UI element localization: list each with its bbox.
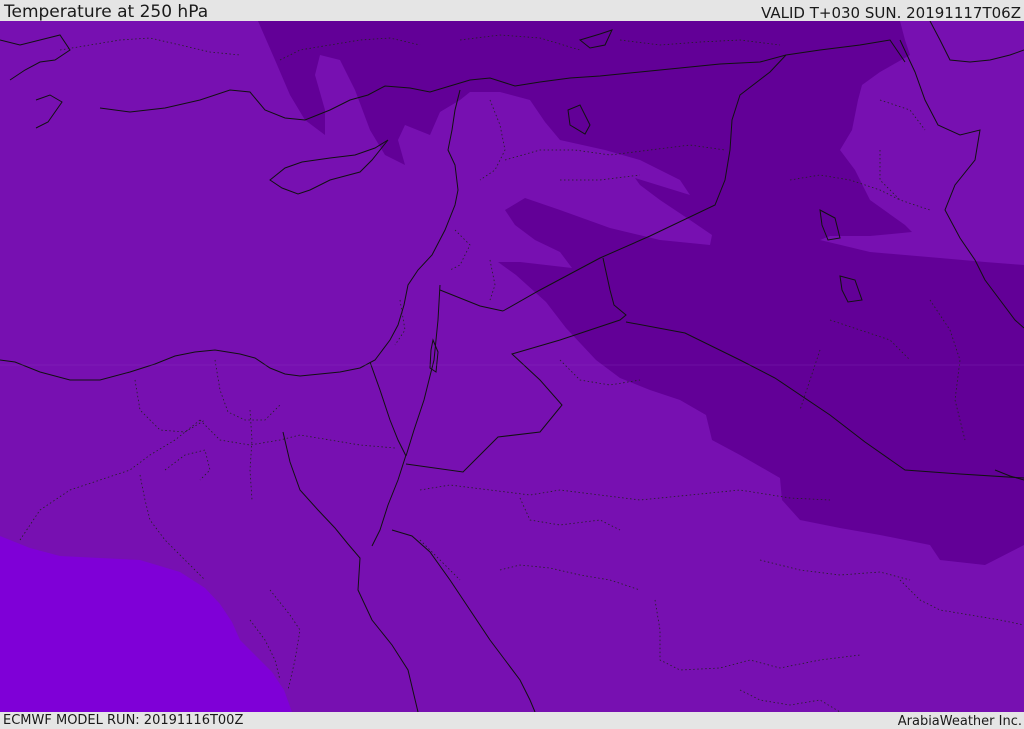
credit-label: ArabiaWeather Inc. — [897, 714, 1022, 729]
map-footer: ECMWF MODEL RUN: 20191116T00Z ArabiaWeat… — [0, 712, 1024, 729]
map-header: Temperature at 250 hPa VALID T+030 SUN. … — [0, 0, 1024, 22]
temperature-map — [0, 21, 1024, 712]
valid-time: VALID T+030 SUN. 20191117T06Z — [761, 4, 1021, 22]
model-run-label: ECMWF MODEL RUN: 20191116T00Z — [3, 713, 244, 728]
map-canvas — [0, 21, 1024, 712]
map-title: Temperature at 250 hPa — [4, 2, 209, 22]
forecast-map-frame: Temperature at 250 hPa VALID T+030 SUN. … — [0, 0, 1024, 729]
